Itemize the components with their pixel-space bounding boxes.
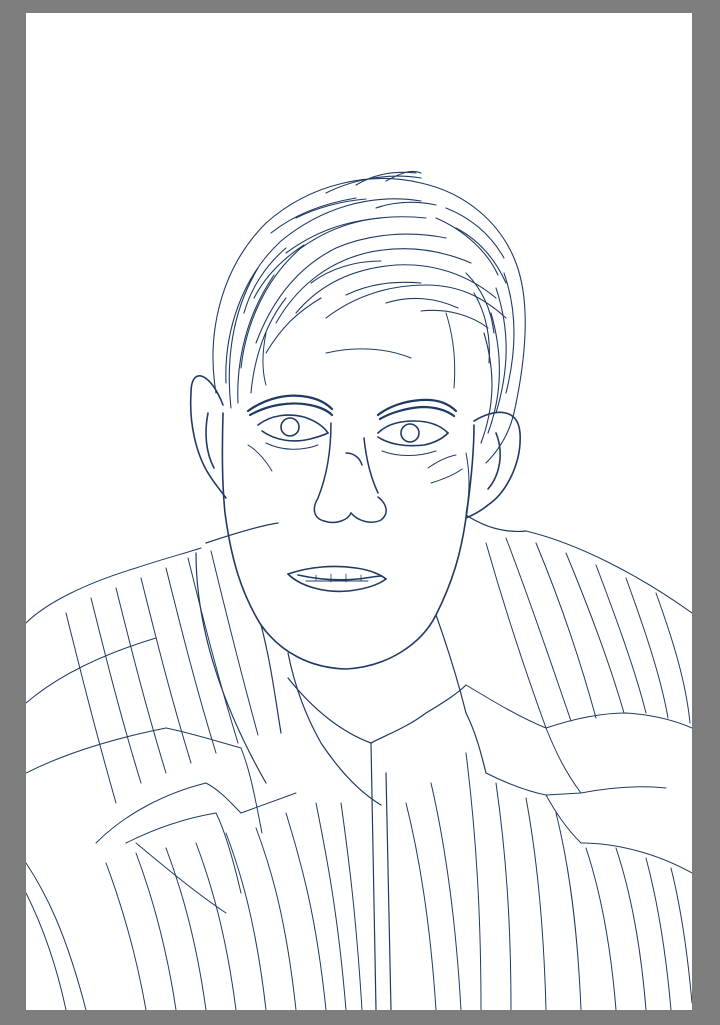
armor-right-shoulder [405, 530, 692, 1010]
face-contour-lines [247, 312, 470, 514]
nose [313, 422, 387, 524]
drawing-workspace [0, 0, 720, 1025]
beard-stubble [222, 505, 464, 668]
armor-left-shoulder [26, 547, 363, 1010]
mouth [287, 565, 387, 593]
line-art-portrait [26, 170, 692, 1010]
left-eye [257, 414, 329, 450]
right-eye [377, 420, 449, 456]
drawing-canvas[interactable] [26, 13, 692, 1010]
face-outline [189, 375, 521, 670]
